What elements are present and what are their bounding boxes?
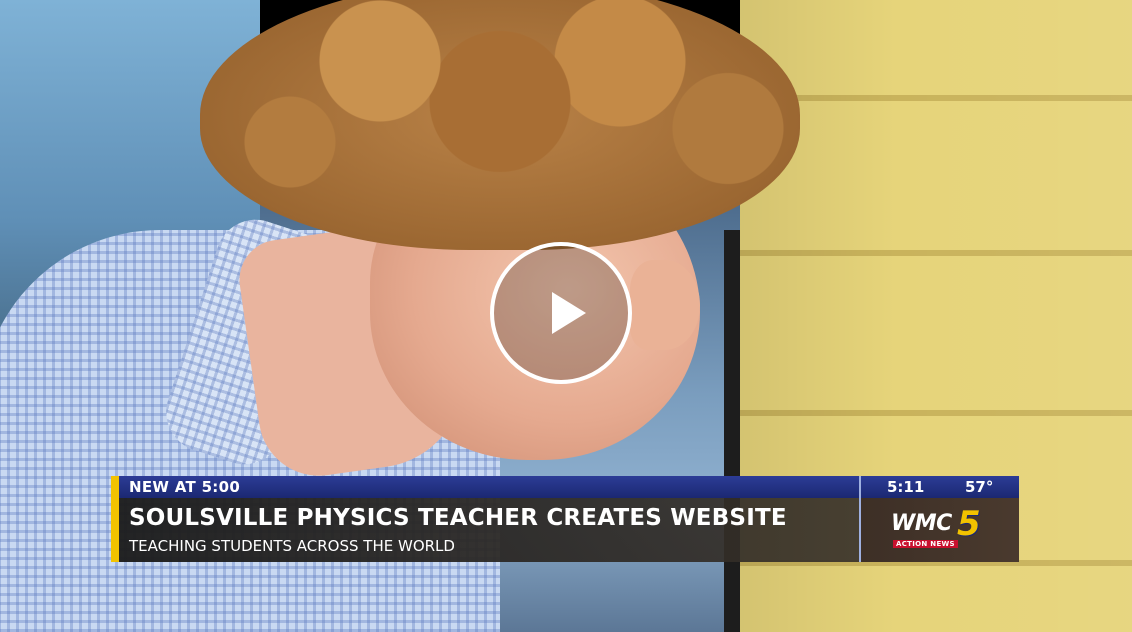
segment-label: NEW AT 5:00 — [129, 478, 241, 496]
logo-subtitle: ACTION NEWS — [893, 540, 958, 548]
news-lower-third: NEW AT 5:00 SOULSVILLE PHYSICS TEACHER C… — [111, 476, 1019, 562]
person-nose — [630, 260, 700, 350]
logo-number: 5 — [957, 504, 981, 544]
station-info: 5:11 57° WMC 5 ACTION NEWS — [859, 476, 1019, 562]
time-temp-bar: 5:11 57° — [859, 476, 1019, 498]
play-button[interactable] — [490, 242, 632, 384]
lower-third-main: SOULSVILLE PHYSICS TEACHER CREATES WEBSI… — [119, 498, 965, 562]
clock-time: 5:11 — [887, 478, 925, 496]
play-icon — [552, 292, 586, 334]
headline: SOULSVILLE PHYSICS TEACHER CREATES WEBSI… — [129, 505, 787, 531]
station-logo: WMC 5 ACTION NEWS — [859, 498, 1019, 562]
logo-text: WMC — [891, 511, 952, 536]
lower-third-topbar: NEW AT 5:00 — [119, 476, 965, 498]
subheadline: TEACHING STUDENTS ACROSS THE WORLD — [129, 537, 455, 555]
temperature: 57° — [965, 478, 994, 496]
person-hair — [200, 0, 800, 250]
video-player[interactable]: NEW AT 5:00 SOULSVILLE PHYSICS TEACHER C… — [0, 0, 1132, 632]
lower-third-accent — [111, 476, 119, 562]
